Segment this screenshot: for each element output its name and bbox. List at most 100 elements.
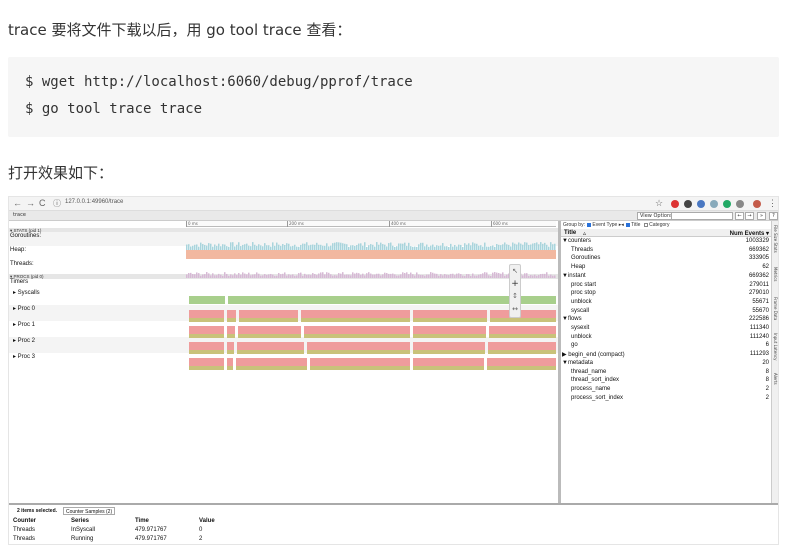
threads-bar xyxy=(526,273,528,278)
stats-row[interactable]: ▼metadata 20 xyxy=(561,360,771,368)
proc-3-track[interactable] xyxy=(186,355,556,370)
threads-bar xyxy=(340,273,342,278)
stats-row[interactable]: unblock 111240 xyxy=(561,334,771,342)
profile-avatar[interactable] xyxy=(753,200,761,208)
back-button[interactable]: ← xyxy=(13,198,22,208)
proc-slice-tail xyxy=(301,318,410,322)
article-outro: 打开效果如下： xyxy=(8,164,114,182)
threads-bar xyxy=(304,273,306,278)
col-num-events-header[interactable]: Num Events ▾ xyxy=(730,230,769,237)
timing-tool-icon[interactable]: ↔ xyxy=(510,305,520,313)
title-checkbox[interactable] xyxy=(626,222,631,227)
goroutines-series xyxy=(186,242,556,250)
stats-row[interactable]: ▶ begin_end (compact) 111293 xyxy=(561,351,771,359)
extension-shield-icon[interactable] xyxy=(723,200,731,208)
threads-bar xyxy=(500,273,502,278)
stats-row[interactable]: ▼flows 222586 xyxy=(561,316,771,324)
threads-bar xyxy=(524,273,526,278)
browser-menu-icon[interactable]: ⋮ xyxy=(768,198,777,209)
vtab-metrics[interactable]: Metrics xyxy=(773,267,778,282)
syscalls-track[interactable] xyxy=(186,289,556,304)
heap-track[interactable] xyxy=(186,250,556,259)
stats-row[interactable]: proc start 279011 xyxy=(561,282,771,290)
info-icon[interactable]: ⓘ xyxy=(53,198,61,209)
forward-button[interactable]: → xyxy=(26,198,35,208)
col-title-header[interactable]: Title xyxy=(564,230,576,236)
threads-bar xyxy=(238,273,240,278)
stats-side-panel: Group by: Event Type ▸◂ Title Category T… xyxy=(561,221,771,503)
extension-stripe-icon[interactable] xyxy=(736,200,744,208)
event-type-checkbox[interactable] xyxy=(587,222,592,227)
stats-row[interactable]: proc stop 279010 xyxy=(561,290,771,298)
proc-1-track[interactable] xyxy=(186,323,556,338)
stats-row[interactable]: Goroutines 333905 xyxy=(561,255,771,263)
event-type-label[interactable]: Event Type xyxy=(592,222,617,228)
goroutines-bar xyxy=(512,242,514,250)
stats-row[interactable]: go 6 xyxy=(561,342,771,350)
stats-row[interactable]: syscall 55670 xyxy=(561,308,771,316)
threads-bar xyxy=(324,274,326,278)
stats-row[interactable]: Threads 669362 xyxy=(561,247,771,255)
threads-bar xyxy=(530,275,532,278)
threads-bar xyxy=(366,273,368,278)
threads-bar xyxy=(426,274,428,278)
stats-row-name: Heap xyxy=(571,264,586,271)
title-option-label[interactable]: Title xyxy=(631,222,640,228)
reload-button[interactable]: C xyxy=(39,198,46,208)
threads-bar xyxy=(536,275,538,278)
goroutines-track[interactable] xyxy=(186,235,556,250)
vtab-frame-data[interactable]: Frame Data xyxy=(773,297,778,320)
zoom-in-icon[interactable]: + xyxy=(510,279,520,289)
goroutines-bar xyxy=(208,243,210,250)
threads-bar xyxy=(314,274,316,278)
vtab-input-latency[interactable]: Input Latency xyxy=(773,333,778,360)
extension-circle-icon[interactable] xyxy=(684,200,692,208)
extension-wave-icon[interactable] xyxy=(710,200,718,208)
pan-tool-icon[interactable]: ↕ xyxy=(510,292,520,300)
select-tool-icon[interactable]: ↖ xyxy=(510,267,520,275)
label-proc-0[interactable]: ▸ Proc 0 xyxy=(13,305,35,312)
stats-row[interactable]: ▼counters 1003329 xyxy=(561,238,771,246)
threads-bar xyxy=(236,275,238,278)
stats-row[interactable]: process_name 2 xyxy=(561,386,771,394)
label-proc-3[interactable]: ▸ Proc 3 xyxy=(13,353,35,360)
stats-row[interactable]: sysexit 111340 xyxy=(561,325,771,333)
stats-row[interactable]: thread_sort_index 8 xyxy=(561,377,771,385)
next-button[interactable]: → xyxy=(745,212,754,220)
stats-row[interactable]: ▼instant 669362 xyxy=(561,273,771,281)
threads-bar xyxy=(308,274,310,278)
proc-0-track[interactable] xyxy=(186,307,556,322)
address-bar[interactable]: 127.0.0.1:49960/trace xyxy=(65,199,123,205)
label-proc-1[interactable]: ▸ Proc 1 xyxy=(13,321,35,328)
expand-button[interactable]: » xyxy=(757,212,766,220)
view-options-button[interactable]: View Options xyxy=(637,212,676,220)
stats-row-name: ▼counters xyxy=(562,238,591,244)
star-icon[interactable]: ☆ xyxy=(655,198,663,209)
threads-track[interactable] xyxy=(186,263,556,278)
goroutines-bar xyxy=(380,242,382,250)
threads-bar xyxy=(522,275,524,278)
category-checkbox[interactable] xyxy=(644,222,649,227)
tab-counter-samples[interactable]: Counter Samples (2) xyxy=(63,507,116,515)
prev-button[interactable]: ← xyxy=(735,212,744,220)
sort-icon[interactable]: ▵ xyxy=(583,230,586,237)
extension-opera-icon[interactable] xyxy=(671,200,679,208)
stats-row[interactable]: Heap 62 xyxy=(561,264,771,272)
proc-slice-tail xyxy=(304,334,410,338)
extension-blue-icon[interactable] xyxy=(697,200,705,208)
search-input[interactable] xyxy=(671,212,733,220)
label-syscalls[interactable]: ▸ Syscalls xyxy=(13,289,40,296)
vtab-alerts[interactable]: Alerts xyxy=(773,373,778,385)
proc-slice-tail xyxy=(413,318,487,322)
proc-slice xyxy=(237,342,304,350)
label-proc-2[interactable]: ▸ Proc 2 xyxy=(13,337,35,344)
help-button[interactable]: ? xyxy=(769,212,778,220)
stats-row[interactable]: thread_name 8 xyxy=(561,369,771,377)
stats-row[interactable]: unblock 55671 xyxy=(561,299,771,307)
label-heap: Heap: xyxy=(10,247,27,253)
threads-bar xyxy=(370,273,372,278)
category-option-label[interactable]: Category xyxy=(649,222,669,228)
stats-row[interactable]: process_sort_index 2 xyxy=(561,395,771,403)
vtab-file-size-stats[interactable]: File Size Stats xyxy=(773,225,778,253)
proc-2-track[interactable] xyxy=(186,339,556,354)
